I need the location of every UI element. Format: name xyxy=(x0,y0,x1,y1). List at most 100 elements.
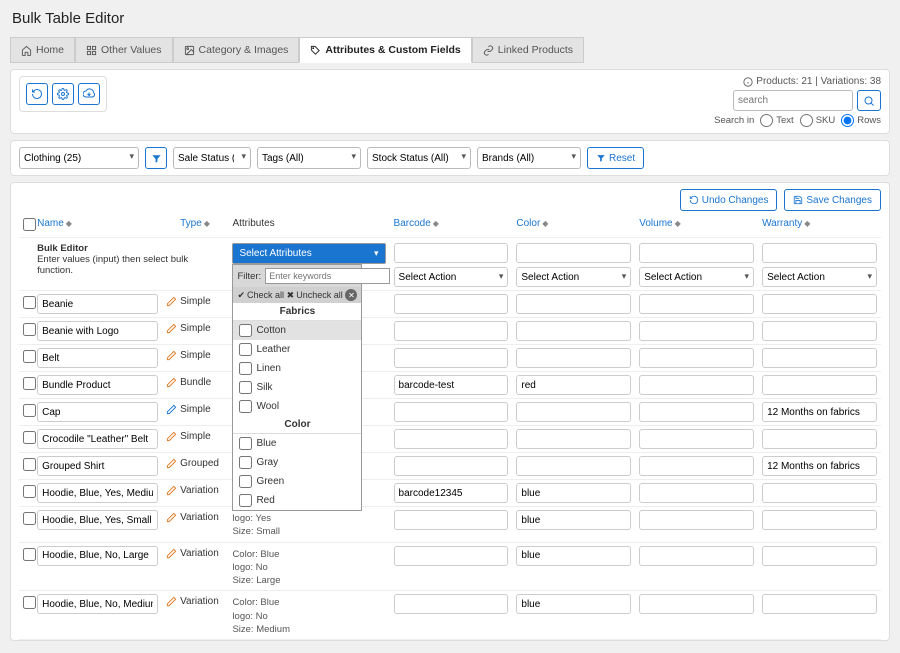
attr-item-gray[interactable]: Gray xyxy=(233,453,361,472)
row-checkbox[interactable] xyxy=(23,323,36,336)
bulk-volume-action[interactable]: Select Action xyxy=(639,267,754,287)
undo-icon-button[interactable] xyxy=(26,83,48,105)
warranty-input[interactable] xyxy=(762,375,877,395)
warranty-input[interactable] xyxy=(762,429,877,449)
edit-icon[interactable] xyxy=(166,515,177,526)
barcode-input[interactable] xyxy=(394,483,509,503)
attr-filter-input[interactable] xyxy=(265,268,390,284)
row-checkbox[interactable] xyxy=(23,431,36,444)
color-input[interactable] xyxy=(516,429,631,449)
name-input[interactable] xyxy=(37,321,158,341)
brands-filter[interactable]: Brands (All) xyxy=(477,147,581,169)
volume-input[interactable] xyxy=(639,294,754,314)
bulk-warranty-input[interactable] xyxy=(762,243,877,263)
volume-input[interactable] xyxy=(639,456,754,476)
edit-icon[interactable] xyxy=(166,461,177,472)
volume-input[interactable] xyxy=(639,402,754,422)
name-input[interactable] xyxy=(37,456,158,476)
attr-item-linen[interactable]: Linen xyxy=(233,359,361,378)
edit-icon[interactable] xyxy=(166,551,177,562)
category-filter[interactable]: Clothing (25) xyxy=(19,147,139,169)
warranty-input[interactable] xyxy=(762,510,877,530)
row-checkbox[interactable] xyxy=(23,404,36,417)
edit-icon[interactable] xyxy=(166,434,177,445)
download-icon-button[interactable] xyxy=(78,83,100,105)
row-checkbox[interactable] xyxy=(23,458,36,471)
name-input[interactable] xyxy=(37,294,158,314)
edit-icon[interactable] xyxy=(166,380,177,391)
color-input[interactable] xyxy=(516,456,631,476)
tab-home[interactable]: Home xyxy=(10,37,75,63)
bulk-barcode-input[interactable] xyxy=(394,243,509,263)
search-button[interactable] xyxy=(857,90,881,111)
barcode-input[interactable] xyxy=(394,429,509,449)
bulk-volume-input[interactable] xyxy=(639,243,754,263)
settings-icon-button[interactable] xyxy=(52,83,74,105)
attr-item-red[interactable]: Red xyxy=(233,491,361,510)
name-input[interactable] xyxy=(37,546,158,566)
barcode-input[interactable] xyxy=(394,375,509,395)
attr-item-blue[interactable]: Blue xyxy=(233,434,361,453)
close-icon[interactable]: ✕ xyxy=(345,289,357,301)
attr-item-leather[interactable]: Leather xyxy=(233,340,361,359)
check-all[interactable]: ✔ Check all xyxy=(237,290,284,301)
undo-changes-button[interactable]: Undo Changes xyxy=(680,189,778,211)
warranty-input[interactable] xyxy=(762,546,877,566)
name-input[interactable] xyxy=(37,510,158,530)
volume-input[interactable] xyxy=(639,375,754,395)
bulk-color-input[interactable] xyxy=(516,243,631,263)
tab-linked-products[interactable]: Linked Products xyxy=(472,37,584,63)
warranty-input[interactable] xyxy=(762,594,877,614)
reset-button[interactable]: Reset xyxy=(587,147,644,169)
barcode-input[interactable] xyxy=(394,510,509,530)
volume-input[interactable] xyxy=(639,510,754,530)
bulk-color-action[interactable]: Select Action xyxy=(516,267,631,287)
row-checkbox[interactable] xyxy=(23,350,36,363)
tab-category-images[interactable]: Category & Images xyxy=(173,37,300,63)
color-input[interactable] xyxy=(516,294,631,314)
tab-other-values[interactable]: Other Values xyxy=(75,37,173,63)
warranty-input[interactable] xyxy=(762,483,877,503)
bulk-warranty-action[interactable]: Select Action xyxy=(762,267,877,287)
attr-item-cotton[interactable]: Cotton xyxy=(233,321,361,340)
barcode-input[interactable] xyxy=(394,546,509,566)
header-barcode[interactable]: Barcode◆ xyxy=(390,215,513,238)
barcode-input[interactable] xyxy=(394,594,509,614)
row-checkbox[interactable] xyxy=(23,485,36,498)
color-input[interactable] xyxy=(516,348,631,368)
radio-text[interactable] xyxy=(760,114,773,127)
header-checkbox[interactable] xyxy=(19,215,33,238)
stock-filter[interactable]: Stock Status (All) xyxy=(367,147,471,169)
name-input[interactable] xyxy=(37,594,158,614)
volume-input[interactable] xyxy=(639,594,754,614)
header-volume[interactable]: Volume◆ xyxy=(635,215,758,238)
category-filter-button[interactable] xyxy=(145,147,167,169)
edit-icon[interactable] xyxy=(166,326,177,337)
uncheck-all[interactable]: ✖ Uncheck all xyxy=(287,290,343,301)
color-input[interactable] xyxy=(516,594,631,614)
volume-input[interactable] xyxy=(639,546,754,566)
warranty-input[interactable] xyxy=(762,348,877,368)
edit-icon[interactable] xyxy=(166,488,177,499)
attr-item-wool[interactable]: Wool xyxy=(233,397,361,416)
name-input[interactable] xyxy=(37,402,158,422)
header-type[interactable]: Type◆ xyxy=(176,215,228,238)
edit-icon[interactable] xyxy=(166,353,177,364)
row-checkbox[interactable] xyxy=(23,548,36,561)
tab-attributes-custom-fields[interactable]: Attributes & Custom Fields xyxy=(299,37,471,63)
barcode-input[interactable] xyxy=(394,402,509,422)
row-checkbox[interactable] xyxy=(23,377,36,390)
header-color[interactable]: Color◆ xyxy=(512,215,635,238)
volume-input[interactable] xyxy=(639,483,754,503)
attr-item-silk[interactable]: Silk xyxy=(233,378,361,397)
barcode-input[interactable] xyxy=(394,321,509,341)
name-input[interactable] xyxy=(37,348,158,368)
edit-icon[interactable] xyxy=(166,407,177,418)
edit-icon[interactable] xyxy=(166,299,177,310)
row-checkbox[interactable] xyxy=(23,512,36,525)
color-input[interactable] xyxy=(516,483,631,503)
row-checkbox[interactable] xyxy=(23,596,36,609)
header-name[interactable]: Name◆ xyxy=(33,215,162,238)
barcode-input[interactable] xyxy=(394,456,509,476)
header-warranty[interactable]: Warranty◆ xyxy=(758,215,881,238)
